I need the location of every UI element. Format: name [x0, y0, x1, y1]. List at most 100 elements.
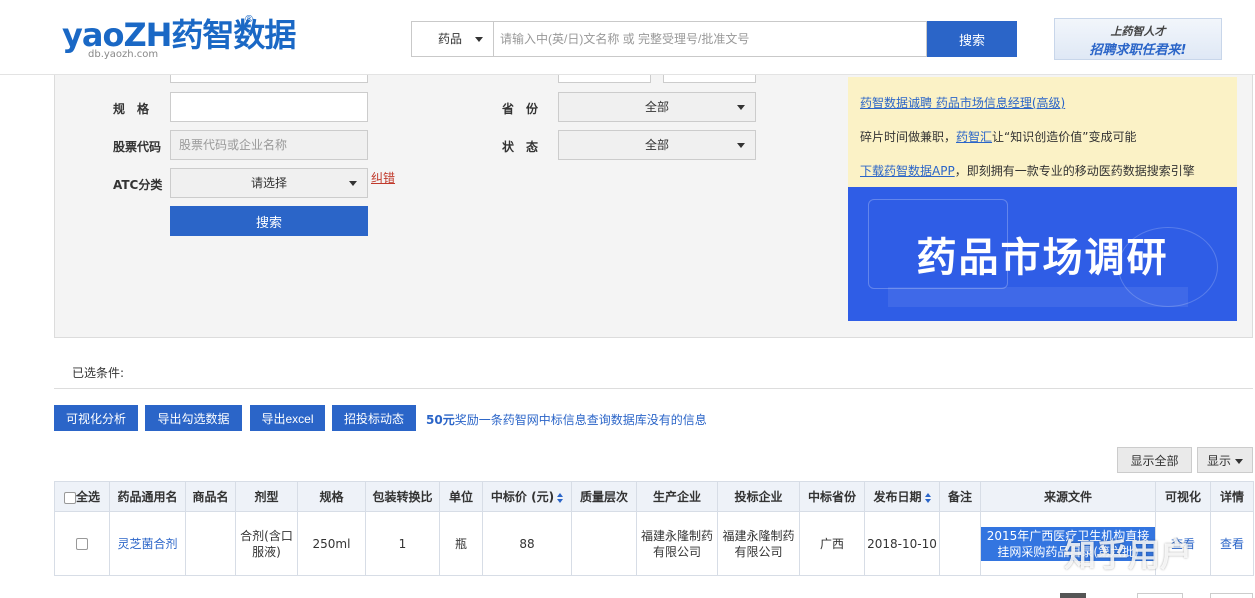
cell-unit: 瓶 — [439, 511, 483, 576]
atc-label: ATC分类 — [113, 178, 163, 192]
display-columns-label: 显示 — [1206, 453, 1231, 468]
chevron-down-icon — [349, 181, 357, 186]
col-publish-date[interactable]: 发布日期 — [864, 481, 940, 512]
ad-title: 药品市场调研 — [916, 235, 1169, 281]
col-note: 备注 — [939, 481, 981, 512]
sort-icon[interactable] — [557, 492, 564, 503]
recruit-banner[interactable]: 上药智人才 招聘求职任君来! — [1054, 18, 1222, 60]
notice-row-2-pre: 碎片时间做兼职， — [860, 130, 957, 144]
col-manufacturer: 生产企业 — [636, 481, 718, 512]
cell-manufacturer: 福建永隆制药有限公司 — [636, 511, 718, 576]
chevron-down-icon — [737, 143, 745, 148]
generic-name-link[interactable]: 灵芝菌合剂 — [117, 537, 177, 551]
select-all-label: 全选 — [75, 490, 100, 504]
logo-registered-mark: ® — [244, 14, 254, 25]
spec-label: 规 格 — [113, 102, 150, 116]
status-select[interactable]: 全部 — [558, 130, 756, 160]
zhihu-watermark: 知乎用户 — [1064, 536, 1193, 574]
cell-bidder: 福建永隆制药有限公司 — [717, 511, 800, 576]
province-select[interactable]: 全部 — [558, 92, 756, 122]
site-header: yaoZH药智数据 ® db.yaozh.com 药品 搜索 上药智人才 招聘求… — [0, 0, 1255, 75]
export-selected-button[interactable]: 导出勾选数据 — [145, 405, 242, 431]
col-spec: 规格 — [297, 481, 366, 512]
select-all-checkbox[interactable] — [63, 491, 76, 504]
recruit-banner-line1: 上药智人才 — [1110, 25, 1166, 38]
stock-code-label: 股票代码 — [113, 140, 162, 154]
row-select-cell — [54, 511, 110, 576]
filter-panel: 规 格 股票代码 ATC分类 请选择 纠错 搜索 省 份 全部 状 态 全部 药… — [54, 75, 1253, 338]
col-generic-name: 药品通用名 — [109, 481, 186, 512]
ad-decoration — [888, 287, 1188, 307]
logo-subtitle: db.yaozh.com — [88, 49, 159, 60]
correct-error-link[interactable]: 纠错 — [371, 169, 395, 186]
col-unit: 单位 — [439, 481, 483, 512]
col-bid-price[interactable]: 中标价 (元) — [482, 481, 572, 512]
cell-spec: 250ml — [297, 511, 366, 576]
cell-trade-name — [185, 511, 236, 576]
yaozh-logo[interactable]: yaoZH药智数据 ® db.yaozh.com — [62, 14, 296, 62]
col-pack-ratio: 包装转换比 — [365, 481, 440, 512]
province-label: 省 份 — [502, 102, 539, 116]
pager-fragment[interactable] — [1137, 593, 1183, 598]
cell-dosage-form: 合剂(含口服液) — [235, 511, 298, 576]
notice-row-1: 药智数据诚聘 药品市场信息经理(高级) — [860, 94, 1065, 111]
sort-icon[interactable] — [924, 492, 931, 503]
reward-text: 奖励一条药智网中标信息查询数据库没有的信息 — [454, 413, 707, 427]
col-dosage-form: 剂型 — [235, 481, 298, 512]
col-trade-name: 商品名 — [185, 481, 236, 512]
cell-publish-date: 2018-10-10 — [864, 511, 940, 576]
cell-detail: 查看 — [1210, 511, 1254, 576]
search-type-select[interactable]: 药品 — [411, 21, 494, 57]
status-label: 状 态 — [502, 140, 539, 154]
selected-conditions-label: 已选条件: — [72, 366, 125, 380]
status-select-value: 全部 — [644, 138, 669, 152]
cell-note — [939, 511, 981, 576]
notice-row-2-post: 让“知识创造价值”变成可能 — [992, 130, 1137, 144]
reward-amount: 50元 — [426, 413, 455, 427]
recruit-link[interactable]: 药智数据诚聘 药品市场信息经理(高级) — [860, 96, 1065, 110]
atc-select[interactable]: 请选择 — [170, 168, 368, 198]
filter-field-fragment[interactable] — [170, 75, 368, 83]
chevron-down-icon — [737, 105, 745, 110]
search-input[interactable] — [494, 21, 927, 57]
row-checkbox[interactable] — [76, 538, 88, 550]
filter-field-fragment[interactable] — [558, 75, 651, 83]
cell-generic-name: 灵芝菌合剂 — [109, 511, 186, 576]
col-quality: 质量层次 — [571, 481, 637, 512]
table-header-row: 全选 药品通用名 商品名 剂型 规格 包装转换比 单位 中标价 (元) 质量层次… — [54, 481, 1254, 512]
notice-row-3-post: ，即刻拥有一款专业的移动医药数据搜索引擎 — [954, 164, 1195, 178]
divider — [54, 388, 1253, 389]
province-select-value: 全部 — [644, 100, 669, 114]
filter-field-fragment[interactable] — [663, 75, 756, 83]
filter-search-button[interactable]: 搜索 — [170, 206, 368, 236]
visual-analysis-button[interactable]: 可视化分析 — [54, 405, 138, 431]
chevron-down-icon — [475, 37, 483, 42]
col-visual: 可视化 — [1155, 481, 1211, 512]
col-bid-price-label: 中标价 (元) — [490, 490, 555, 504]
display-columns-button[interactable]: 显示 — [1197, 447, 1253, 473]
col-publish-date-label: 发布日期 — [873, 490, 922, 504]
yaozhihui-link[interactable]: 药智汇 — [956, 130, 992, 144]
export-excel-button[interactable]: 导出excel — [250, 405, 325, 431]
bidding-news-button[interactable]: 招投标动态 — [332, 405, 416, 431]
reward-promo[interactable]: 50元奖励一条药智网中标信息查询数据库没有的信息 — [426, 411, 707, 428]
chevron-down-icon — [1235, 458, 1243, 464]
detail-view-link[interactable]: 查看 — [1220, 537, 1244, 551]
pager-fragment[interactable] — [1060, 593, 1086, 598]
download-app-link[interactable]: 下载药智数据APP — [860, 164, 955, 178]
col-detail: 详情 — [1210, 481, 1254, 512]
pager-fragment[interactable] — [1210, 593, 1253, 598]
spec-input[interactable] — [170, 92, 368, 122]
select-all-header[interactable]: 全选 — [54, 481, 110, 512]
col-bidder: 投标企业 — [717, 481, 800, 512]
search-type-label: 药品 — [438, 32, 463, 46]
show-all-button[interactable]: 显示全部 — [1117, 447, 1192, 473]
atc-select-value: 请选择 — [250, 176, 287, 190]
cell-bid-price: 88 — [482, 511, 572, 576]
col-source: 来源文件 — [980, 481, 1156, 512]
recruit-banner-line2: 招聘求职任君来! — [1089, 43, 1187, 58]
cell-quality — [571, 511, 637, 576]
stock-code-input[interactable] — [170, 130, 368, 160]
search-button[interactable]: 搜索 — [927, 21, 1017, 57]
market-research-ad[interactable]: 药品市场调研 — [848, 187, 1237, 321]
